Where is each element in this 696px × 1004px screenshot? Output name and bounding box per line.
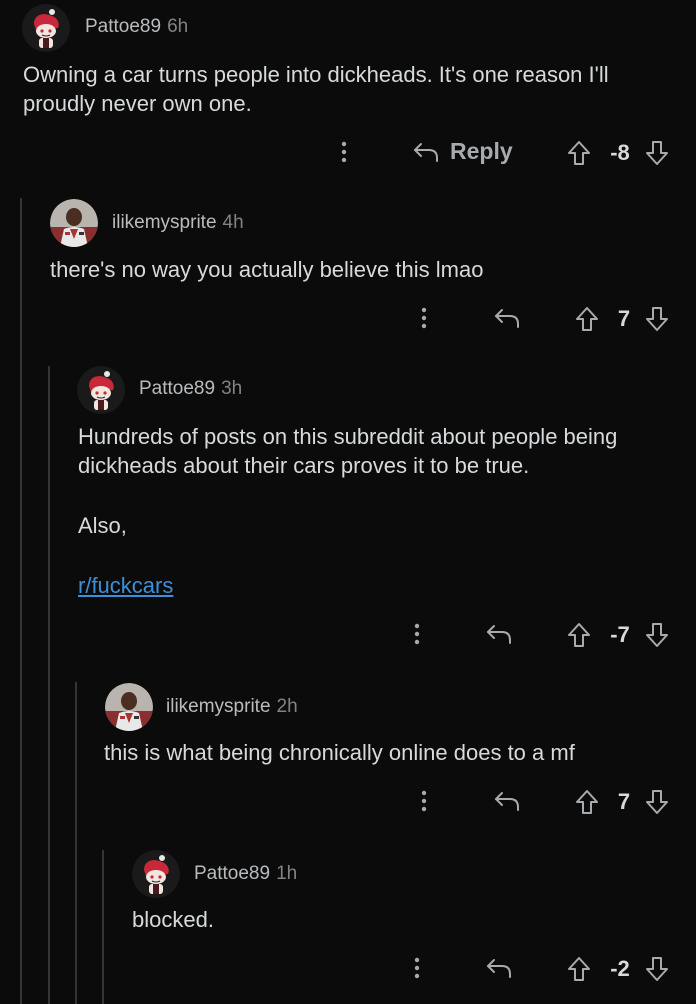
thread-line-3[interactable] (75, 682, 77, 1004)
reply-button[interactable] (492, 789, 522, 813)
upvote-button[interactable] (574, 305, 600, 333)
reply-button[interactable] (492, 306, 522, 330)
comment-timestamp: 1h (276, 863, 298, 884)
reply-arrow-icon (493, 790, 521, 812)
upvote-arrow-icon (575, 789, 599, 815)
comment-author[interactable]: ilikemysprite (166, 696, 271, 717)
comment-author[interactable]: Pattoe89 (139, 378, 215, 399)
comment-paragraph: Also, (78, 513, 127, 538)
comment-timestamp: 6h (167, 16, 189, 37)
reply-arrow-icon (485, 623, 513, 645)
avatar[interactable] (105, 683, 153, 731)
downvote-arrow-icon (645, 622, 669, 648)
upvote-button[interactable] (566, 955, 592, 983)
comment-line: Hundreds of posts on this subreddit abou… (78, 424, 618, 449)
upvote-arrow-icon (567, 140, 591, 166)
upvote-arrow-icon (575, 306, 599, 332)
reply-button[interactable]: Reply (412, 138, 513, 165)
more-options-button[interactable] (414, 789, 434, 813)
comment-timestamp: 2h (276, 696, 298, 717)
reply-button[interactable] (484, 956, 514, 980)
downvote-arrow-icon (645, 306, 669, 332)
upvote-button[interactable] (566, 621, 592, 649)
more-options-button[interactable] (334, 140, 354, 164)
comment-body: Owning a car turns people into dickheads… (23, 60, 609, 118)
thread-line-4[interactable] (102, 850, 104, 1004)
upvote-arrow-icon (567, 956, 591, 982)
avatar[interactable] (22, 4, 70, 52)
comment-body: there's no way you actually believe this… (50, 255, 483, 284)
vote-score: -7 (610, 622, 630, 647)
vote-score: -8 (610, 140, 630, 165)
vertical-dots-icon (413, 622, 421, 646)
vote-score: -2 (610, 956, 630, 981)
downvote-arrow-icon (645, 789, 669, 815)
reply-button[interactable] (484, 622, 514, 646)
comment-line: Owning a car turns people into dickheads… (23, 62, 609, 87)
downvote-arrow-icon (645, 140, 669, 166)
comment-author[interactable]: Pattoe89 (85, 16, 161, 37)
comment-author[interactable]: Pattoe89 (194, 863, 270, 884)
reply-arrow-icon (485, 957, 513, 979)
comment-line: blocked. (132, 907, 214, 932)
comment-line: proudly never own one. (23, 91, 252, 116)
reply-label: Reply (450, 138, 513, 164)
comment-body: this is what being chronically online do… (104, 738, 575, 767)
comment-line: this is what being chronically online do… (104, 740, 575, 765)
comment-body: Hundreds of posts on this subreddit abou… (78, 422, 617, 480)
downvote-button[interactable] (644, 955, 670, 983)
thread-line-2[interactable] (48, 366, 50, 1004)
avatar[interactable] (77, 366, 125, 414)
reply-arrow-icon (412, 141, 440, 163)
downvote-arrow-icon (645, 956, 669, 982)
downvote-button[interactable] (644, 788, 670, 816)
downvote-button[interactable] (644, 621, 670, 649)
thread-line-1[interactable] (20, 198, 22, 1004)
vote-score: 7 (617, 306, 631, 331)
subreddit-link[interactable]: r/fuckcars (78, 571, 173, 600)
more-options-button[interactable] (407, 956, 427, 980)
vertical-dots-icon (340, 140, 348, 164)
more-options-button[interactable] (407, 622, 427, 646)
upvote-button[interactable] (574, 788, 600, 816)
comment-line: dickheads about their cars proves it to … (78, 453, 530, 478)
downvote-button[interactable] (644, 139, 670, 167)
vertical-dots-icon (413, 956, 421, 980)
comment-line: there's no way you actually believe this… (50, 257, 484, 282)
vote-score: 7 (617, 789, 631, 814)
vertical-dots-icon (420, 789, 428, 813)
comment-author[interactable]: ilikemysprite (112, 212, 217, 233)
reply-arrow-icon (493, 307, 521, 329)
comment-body: blocked. (132, 905, 214, 934)
avatar[interactable] (50, 199, 98, 247)
upvote-arrow-icon (567, 622, 591, 648)
vertical-dots-icon (420, 306, 428, 330)
comment-timestamp: 3h (221, 378, 243, 399)
more-options-button[interactable] (414, 306, 434, 330)
avatar[interactable] (132, 850, 180, 898)
upvote-button[interactable] (566, 139, 592, 167)
downvote-button[interactable] (644, 305, 670, 333)
comment-timestamp: 4h (222, 212, 244, 233)
